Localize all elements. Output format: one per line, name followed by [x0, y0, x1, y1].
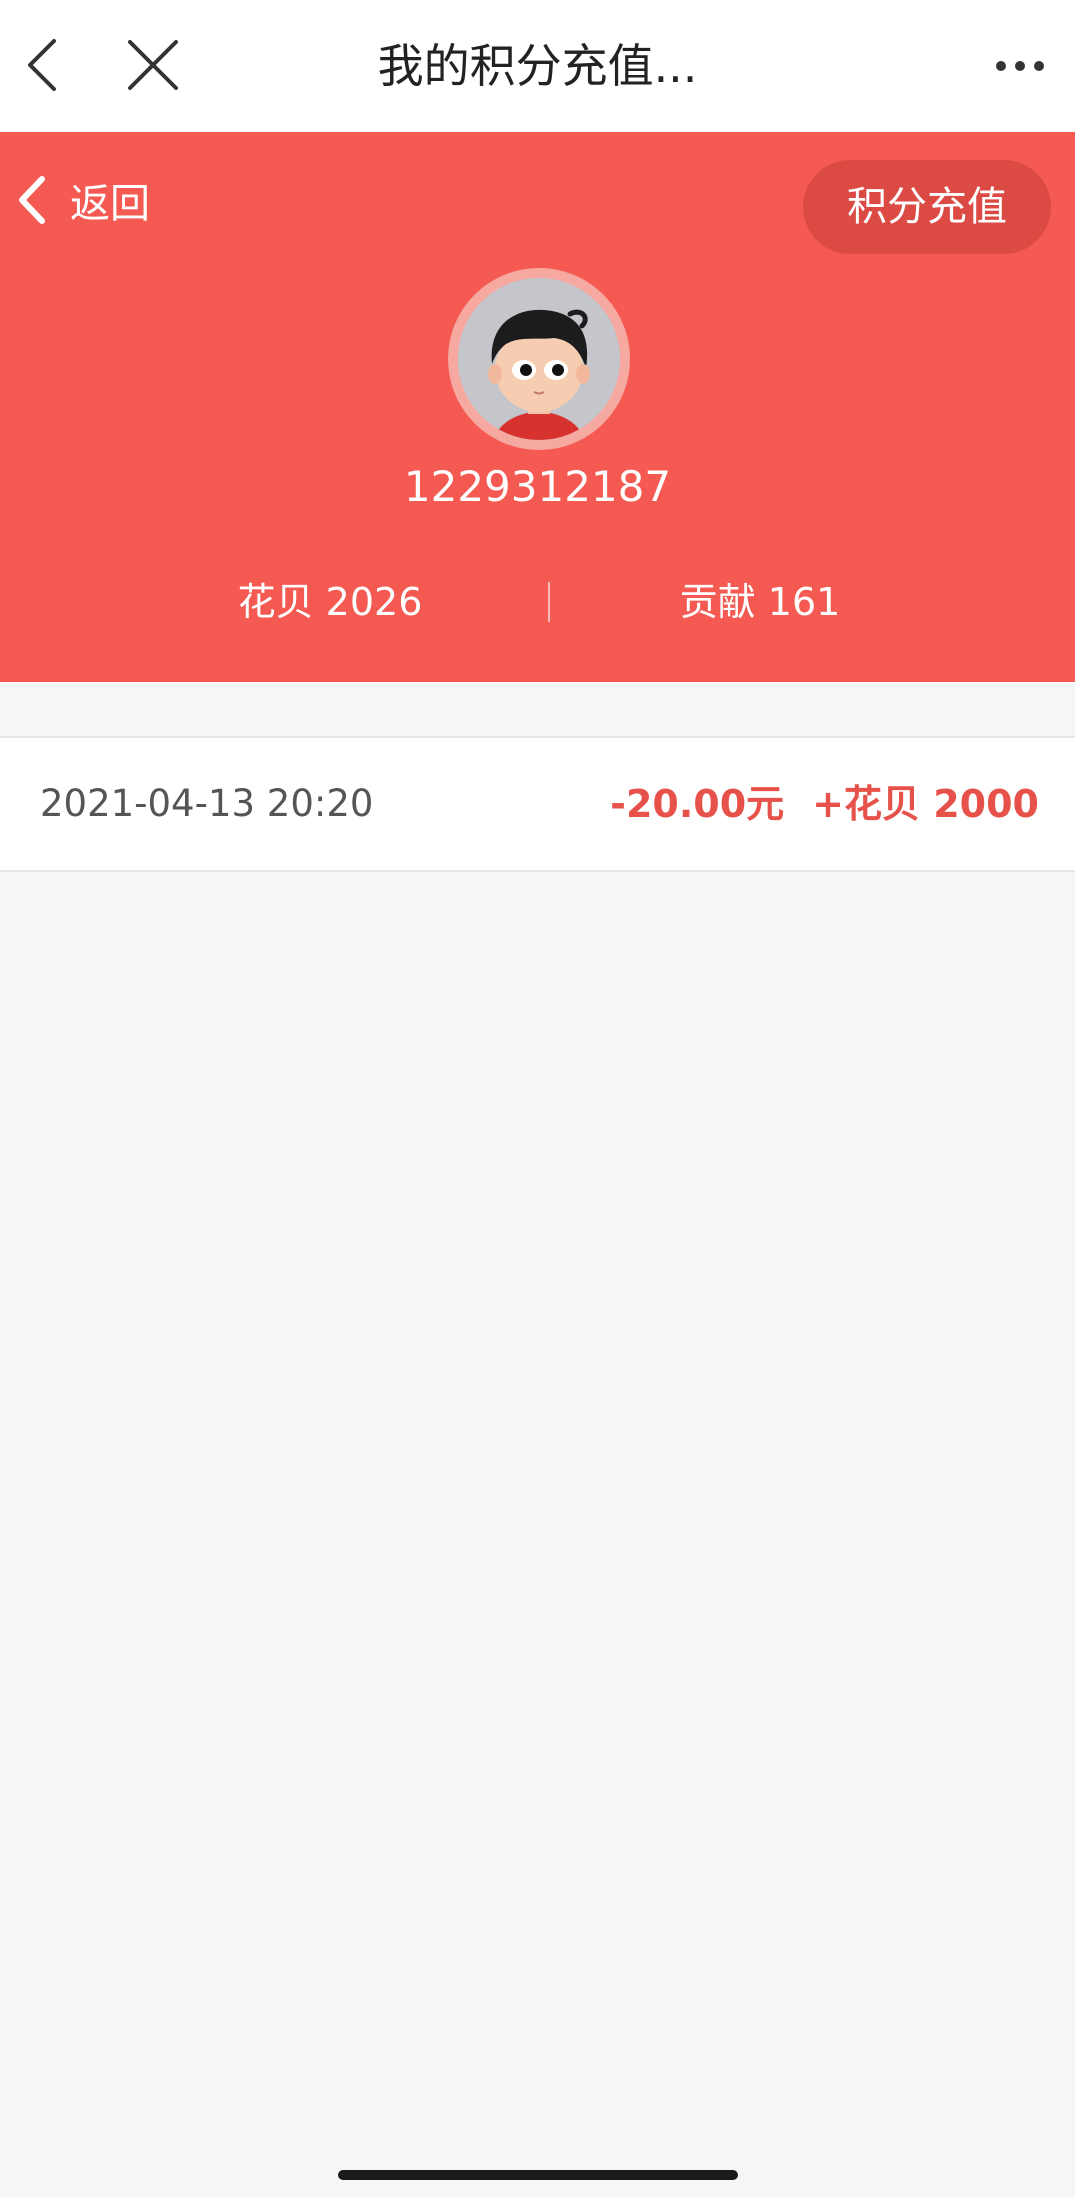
avatar-illustration	[458, 278, 620, 440]
nav-back-button[interactable]	[14, 30, 70, 100]
more-horizontal-icon	[996, 61, 1044, 71]
chevron-left-icon	[19, 176, 45, 224]
record-amount: -20.00元	[610, 782, 785, 826]
return-button[interactable]: 返回	[14, 160, 150, 240]
recharge-record-list: 2021-04-13 20:20 -20.00元 +花贝 2000	[0, 736, 1075, 872]
points-recharge-button[interactable]: 积分充值	[803, 160, 1051, 254]
stats-row: 花贝 2026 贡献 161	[0, 572, 1075, 632]
more-button[interactable]	[985, 36, 1055, 96]
list-item: 2021-04-13 20:20 -20.00元 +花贝 2000	[0, 738, 1075, 870]
nav-close-button[interactable]	[118, 30, 188, 100]
huabei-stat: 花贝 2026	[237, 580, 423, 624]
record-time: 2021-04-13 20:20	[40, 782, 374, 825]
avatar-image	[458, 278, 620, 440]
username: 1229312187	[403, 462, 672, 511]
contribution-stat: 贡献 161	[679, 580, 841, 624]
profile-header: 返回 积分充值 1229312187 花贝 2026 贡献 161	[0, 132, 1075, 682]
record-points: +花贝 2000	[812, 782, 1039, 826]
page-title: 我的积分充值...	[377, 39, 698, 93]
record-values: -20.00元 +花贝 2000	[610, 738, 1039, 870]
chevron-left-icon	[28, 39, 56, 91]
top-nav-bar: 我的积分充值...	[0, 0, 1075, 132]
avatar[interactable]	[448, 268, 630, 450]
home-indicator[interactable]	[338, 2170, 738, 2180]
page: 我的积分充值... 返回 积分充值 1229312187 花贝 2026 贡献 …	[0, 0, 1075, 2197]
return-label: 返回	[70, 181, 150, 227]
stats-divider	[548, 582, 550, 622]
close-icon	[128, 40, 178, 90]
